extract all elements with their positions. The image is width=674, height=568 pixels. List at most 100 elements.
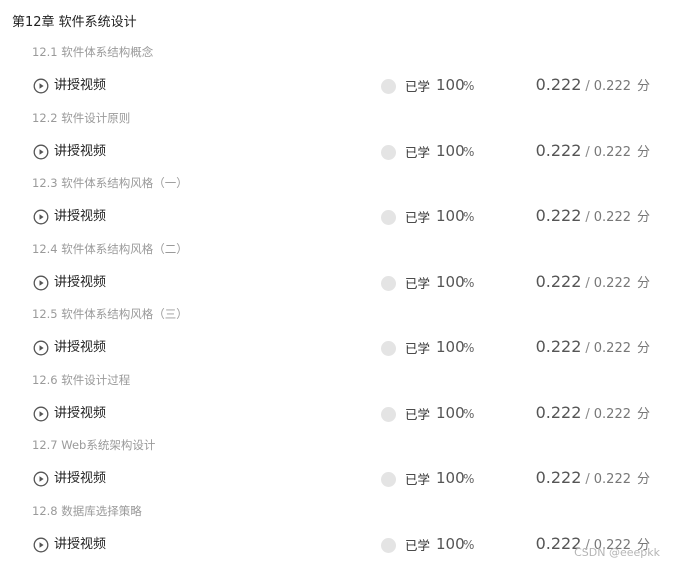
score-separator: /	[585, 406, 590, 422]
lesson-label[interactable]: 讲授视频	[54, 470, 106, 488]
section-title[interactable]: 12.4 软件体系结构风格（二）	[32, 241, 188, 257]
lesson-label[interactable]: 讲授视频	[54, 143, 106, 161]
section-title[interactable]: 12.1 软件体系结构概念	[32, 44, 153, 60]
score-total: 0.222	[593, 341, 631, 356]
section-item-7: 12.7 Web系统架构设计 讲授视频 已学 100 % 0.222/0.222…	[0, 435, 674, 501]
lesson-label[interactable]: 讲授视频	[54, 77, 106, 95]
section-item-1: 12.1 软件体系结构概念 讲授视频 已学 100 % 0.222/0.222 分	[0, 42, 674, 108]
score: 0.222/0.222 分	[536, 336, 650, 360]
section-list: 12.1 软件体系结构概念 讲授视频 已学 100 % 0.222/0.222 分…	[0, 42, 674, 566]
section-item-8: 12.8 数据库选择策略 讲授视频 已学 100 % 0.222/0.222 分	[0, 501, 674, 567]
play-circle-icon[interactable]	[33, 406, 49, 422]
score-unit: 分	[636, 79, 650, 94]
section-title[interactable]: 12.8 数据库选择策略	[32, 503, 142, 519]
lesson-row[interactable]: 讲授视频 已学 100 % 0.222/0.222 分	[0, 468, 674, 490]
lesson-label[interactable]: 讲授视频	[54, 536, 106, 554]
section-title[interactable]: 12.7 Web系统架构设计	[32, 437, 155, 453]
score: 0.222/0.222 分	[536, 467, 650, 491]
score-unit: 分	[636, 341, 650, 356]
progress-unit: %	[463, 341, 475, 355]
progress-value: 100	[436, 207, 465, 225]
score-unit: 分	[636, 144, 650, 160]
status-label: 已学	[405, 144, 431, 160]
lesson-label[interactable]: 讲授视频	[54, 274, 106, 292]
score-separator: /	[585, 144, 590, 160]
play-circle-icon[interactable]	[33, 144, 49, 160]
score-earned: 0.222	[535, 75, 582, 94]
progress-unit: %	[463, 537, 475, 552]
lesson-label[interactable]: 讲授视频	[54, 208, 106, 226]
status-label: 已学	[405, 537, 431, 553]
progress-unit: %	[463, 210, 475, 224]
play-circle-icon[interactable]	[33, 537, 49, 553]
play-circle-icon[interactable]	[33, 471, 49, 487]
chapter-title: 第12章 软件系统设计	[12, 15, 137, 30]
score-separator: /	[585, 472, 590, 487]
status-dot	[381, 537, 396, 553]
score-earned: 0.222	[535, 206, 582, 225]
play-circle-icon[interactable]	[33, 209, 49, 225]
section-item-6: 12.6 软件设计过程 讲授视频 已学 100 % 0.222/0.222 分	[0, 370, 674, 436]
section-item-4: 12.4 软件体系结构风格（二） 讲授视频 已学 100 % 0.222/0.2…	[0, 239, 674, 305]
progress-unit: %	[463, 472, 475, 486]
score-earned: 0.222	[535, 140, 582, 160]
score-separator: /	[585, 341, 590, 356]
play-circle-icon[interactable]	[33, 340, 49, 356]
play-circle-icon[interactable]	[33, 78, 49, 94]
score: 0.222/0.222 分	[536, 205, 650, 229]
status-label: 已学	[405, 341, 431, 356]
status-dot	[381, 406, 396, 422]
status-dot	[381, 210, 396, 225]
section-title[interactable]: 12.6 软件设计过程	[32, 372, 130, 388]
status-label: 已学	[405, 472, 431, 487]
section-item-5: 12.5 软件体系结构风格（三） 讲授视频 已学 100 % 0.222/0.2…	[0, 304, 674, 370]
score: 0.222/0.222 分	[536, 402, 650, 426]
score-earned: 0.222	[535, 337, 582, 356]
lesson-row[interactable]: 讲授视频 已学 100 % 0.222/0.222 分	[0, 141, 674, 163]
section-item-3: 12.3 软件体系结构风格（一） 讲授视频 已学 100 % 0.222/0.2…	[0, 173, 674, 239]
score: 0.222/0.222 分	[536, 140, 650, 164]
progress-unit: %	[463, 406, 475, 421]
progress-unit: %	[463, 79, 475, 93]
score-separator: /	[585, 210, 590, 225]
lesson-row[interactable]: 讲授视频 已学 100 % 0.222/0.222 分	[0, 272, 674, 294]
score-unit: 分	[636, 210, 650, 225]
score-earned: 0.222	[535, 468, 582, 487]
score-unit: 分	[636, 406, 650, 422]
section-title[interactable]: 12.3 软件体系结构风格（一）	[32, 175, 188, 191]
section-title[interactable]: 12.2 软件设计原则	[32, 110, 130, 126]
progress-value: 100	[436, 141, 465, 160]
progress-value: 100	[436, 76, 465, 94]
status-dot	[381, 144, 396, 160]
status-dot	[381, 472, 396, 487]
lesson-row[interactable]: 讲授视频 已学 100 % 0.222/0.222 分	[0, 206, 674, 228]
score: 0.222/0.222 分	[536, 271, 650, 295]
lesson-row[interactable]: 讲授视频 已学 100 % 0.222/0.222 分	[0, 403, 674, 425]
lesson-row[interactable]: 讲授视频 已学 100 % 0.222/0.222 分	[0, 75, 674, 97]
score-separator: /	[585, 79, 590, 94]
score-total: 0.222	[593, 472, 631, 487]
play-circle-icon[interactable]	[33, 275, 49, 291]
score-separator: /	[585, 275, 590, 291]
progress-value: 100	[436, 272, 465, 291]
score-total: 0.222	[593, 406, 631, 422]
status-label: 已学	[405, 275, 431, 291]
section-item-2: 12.2 软件设计原则 讲授视频 已学 100 % 0.222/0.222 分	[0, 108, 674, 174]
status-label: 已学	[405, 79, 431, 94]
score: 0.222/0.222 分	[536, 74, 650, 98]
status-dot	[381, 79, 396, 94]
progress-value: 100	[436, 534, 465, 553]
progress-unit: %	[463, 144, 475, 159]
score-unit: 分	[636, 472, 650, 487]
score-total: 0.222	[593, 275, 631, 291]
section-title[interactable]: 12.5 软件体系结构风格（三）	[32, 306, 188, 322]
status-dot	[381, 275, 396, 291]
progress-value: 100	[436, 469, 465, 487]
lesson-label[interactable]: 讲授视频	[54, 339, 106, 357]
lesson-row[interactable]: 讲授视频 已学 100 % 0.222/0.222 分	[0, 534, 674, 556]
status-label: 已学	[405, 406, 431, 422]
lesson-label[interactable]: 讲授视频	[54, 405, 106, 423]
score-total: 0.222	[593, 210, 631, 225]
progress-value: 100	[436, 403, 465, 422]
lesson-row[interactable]: 讲授视频 已学 100 % 0.222/0.222 分	[0, 337, 674, 359]
